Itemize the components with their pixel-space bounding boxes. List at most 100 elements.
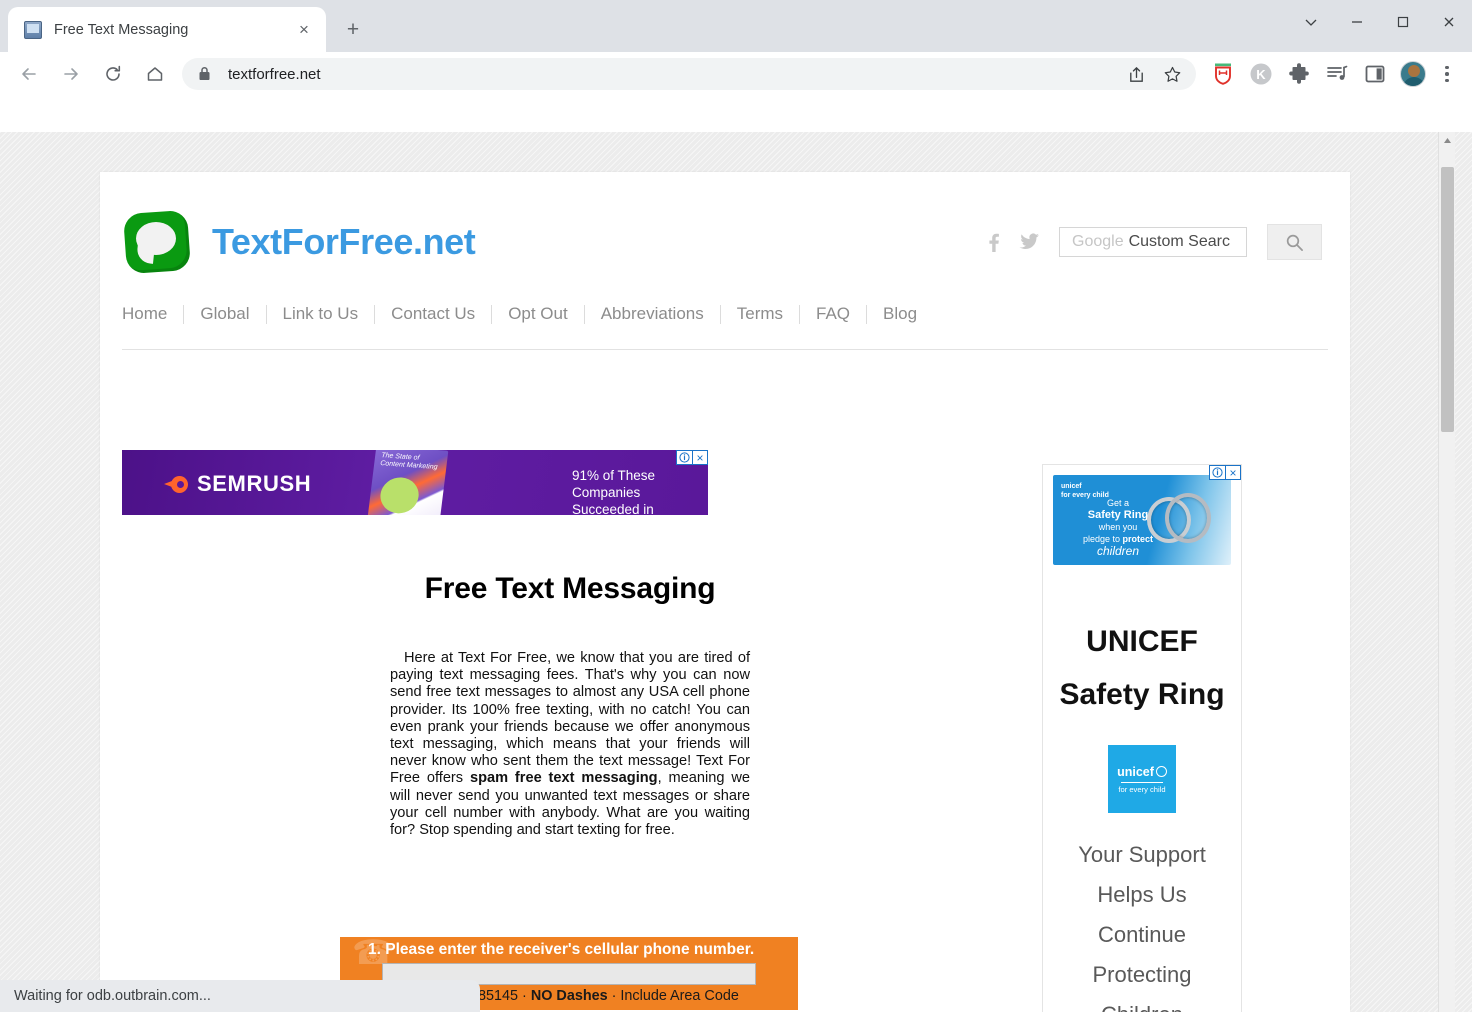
safety-rings-icon bbox=[1145, 489, 1217, 551]
nav-item-abbreviations[interactable]: Abbreviations bbox=[585, 304, 720, 324]
semrush-brand-text: SEMRUSH bbox=[197, 471, 312, 496]
window-controls bbox=[1288, 0, 1472, 44]
viewport-content: TextForFree.net Google Custom Searc Home… bbox=[0, 132, 1455, 1012]
unicef-title-line1: UNICEF bbox=[1086, 625, 1198, 658]
article-paragraph: Here at Text For Free, we know that you … bbox=[390, 650, 750, 839]
scrollbar-up-arrow[interactable] bbox=[1439, 132, 1455, 149]
unicef-message-line-1: Your Support bbox=[1078, 842, 1206, 867]
semrush-copy-line2: Succeeded in Content. Find Out How!→ bbox=[572, 501, 708, 515]
nav-item-global[interactable]: Global bbox=[184, 304, 265, 324]
url-text: textforfree.net bbox=[228, 65, 321, 83]
search-input[interactable]: Google Custom Searc bbox=[1059, 227, 1247, 257]
search-submit-button[interactable] bbox=[1267, 224, 1322, 260]
browser-titlebar: Free Text Messaging × + bbox=[0, 0, 1472, 52]
green-chat-bubble-logo-icon[interactable] bbox=[122, 209, 192, 275]
unicef-logo-text: unicef bbox=[1117, 764, 1154, 779]
website-page: TextForFree.net Google Custom Searc Home… bbox=[100, 172, 1350, 1012]
browser-window: Free Text Messaging × + textforfree.net … bbox=[0, 0, 1472, 1012]
unicef-logo-wordmark: unicef bbox=[1117, 765, 1167, 779]
kaspersky-extension-icon[interactable]: K bbox=[1245, 58, 1277, 90]
header-right-group: Google Custom Searc bbox=[975, 224, 1322, 260]
article-text-part1: Here at Text For Free, we know that you … bbox=[390, 650, 750, 787]
nav-item-contact-us[interactable]: Contact Us bbox=[375, 304, 491, 324]
nav-item-faq[interactable]: FAQ bbox=[800, 304, 866, 324]
unicef-banner-l1: Get a bbox=[1106, 498, 1129, 508]
semrush-logo: SEMRUSH bbox=[164, 471, 311, 497]
semrush-copy-plain: Succeeded in Content. bbox=[572, 502, 654, 515]
semrush-flame-icon bbox=[164, 475, 188, 494]
lock-icon bbox=[198, 66, 214, 82]
forward-arrow-icon[interactable] bbox=[52, 55, 90, 93]
minimize-icon[interactable] bbox=[1334, 0, 1380, 44]
ad-info-icon[interactable] bbox=[677, 451, 692, 464]
nav-item-home[interactable]: Home bbox=[122, 304, 183, 324]
article-text-bold: spam free text messaging bbox=[469, 770, 658, 787]
three-dot-menu-icon[interactable] bbox=[1432, 57, 1462, 91]
profile-avatar[interactable] bbox=[1400, 61, 1426, 87]
honey-extension-icon[interactable] bbox=[1207, 58, 1239, 90]
twitter-icon[interactable] bbox=[1011, 227, 1047, 257]
example-separator-2: · bbox=[611, 988, 617, 1004]
unicef-ad-message: Your Support Helps Us Continue Protectin… bbox=[1043, 835, 1241, 1012]
semrush-ad-copy: 91% of These Companies Succeeded in Cont… bbox=[572, 467, 708, 515]
new-tab-button[interactable]: + bbox=[338, 15, 368, 45]
site-brand-title[interactable]: TextForFree.net bbox=[212, 221, 476, 263]
search-placeholder-text: Custom Searc bbox=[1128, 233, 1230, 250]
form-step-label: 1. Please enter the receiver's cellular … bbox=[368, 941, 755, 958]
puzzle-extensions-icon[interactable] bbox=[1283, 58, 1315, 90]
svg-text:K: K bbox=[1256, 67, 1266, 82]
bookmarks-bar bbox=[0, 96, 1472, 132]
unicef-banner-l4: pledge to bbox=[1082, 534, 1123, 544]
address-bar[interactable]: textforfree.net bbox=[182, 58, 1196, 90]
unicef-ad-controls: × bbox=[1209, 465, 1241, 480]
close-window-icon[interactable] bbox=[1426, 0, 1472, 44]
ad-close-icon[interactable]: × bbox=[1225, 466, 1240, 480]
ad-close-icon[interactable]: × bbox=[692, 451, 707, 465]
share-icon[interactable] bbox=[1121, 59, 1151, 89]
browser-toolbar: textforfree.net K bbox=[0, 52, 1472, 96]
page-scrollbar[interactable] bbox=[1438, 132, 1455, 1012]
browser-tab[interactable]: Free Text Messaging × bbox=[8, 7, 326, 52]
site-nav: Home Global Link to Us Contact Us Opt Ou… bbox=[100, 294, 1350, 334]
example-area-code: Include Area Code bbox=[620, 988, 739, 1004]
scrollbar-thumb[interactable] bbox=[1441, 167, 1454, 432]
unicef-ad-banner-image: unicef for every child Get a Safety Ring… bbox=[1053, 475, 1231, 565]
back-arrow-icon[interactable] bbox=[10, 55, 48, 93]
nav-item-opt-out[interactable]: Opt Out bbox=[492, 304, 584, 324]
unicef-sidebar-ad[interactable]: unicef for every child Get a Safety Ring… bbox=[1042, 464, 1242, 1012]
chevron-down-icon[interactable] bbox=[1288, 0, 1334, 44]
site-header: TextForFree.net Google Custom Searc bbox=[100, 172, 1350, 284]
semrush-book-title: The State of Content Marketing bbox=[379, 452, 438, 472]
nav-item-blog[interactable]: Blog bbox=[867, 304, 933, 324]
reload-icon[interactable] bbox=[94, 55, 132, 93]
unicef-message-line-4: Protecting bbox=[1092, 962, 1192, 987]
unicef-logo-icon: unicef for every child bbox=[1108, 745, 1176, 813]
side-panel-icon[interactable] bbox=[1359, 58, 1391, 90]
unicef-message-line-5: Children bbox=[1043, 995, 1241, 1012]
unicef-logo-rule bbox=[1121, 781, 1163, 783]
tab-close-icon[interactable]: × bbox=[292, 18, 316, 42]
bookmark-star-icon[interactable] bbox=[1157, 59, 1187, 89]
article-content: Free Text Messaging Here at Text For Fre… bbox=[390, 572, 750, 839]
unicef-banner-l2: Safety Ring bbox=[1087, 509, 1149, 521]
home-icon[interactable] bbox=[136, 55, 174, 93]
unicef-ad-title: UNICEF Safety Ring bbox=[1043, 615, 1241, 721]
maximize-icon[interactable] bbox=[1380, 0, 1426, 44]
facebook-icon[interactable] bbox=[975, 227, 1011, 257]
semrush-book-image: The State of Content Marketing bbox=[367, 450, 449, 515]
unicef-banner-logo-text: unicef bbox=[1061, 483, 1082, 490]
unicef-title-line2: Safety Ring bbox=[1059, 678, 1225, 711]
nav-item-link-to-us[interactable]: Link to Us bbox=[267, 304, 375, 324]
semrush-banner-ad[interactable]: SEMRUSH The State of Content Marketing 9… bbox=[122, 450, 708, 515]
media-playlist-icon[interactable] bbox=[1321, 58, 1353, 90]
unicef-banner-l5: children bbox=[1096, 544, 1140, 558]
unicef-message-line-3: Continue bbox=[1097, 922, 1187, 947]
ad-info-icon[interactable] bbox=[1210, 466, 1225, 479]
page-viewport: TextForFree.net Google Custom Searc Home… bbox=[0, 132, 1472, 1012]
example-no-dashes: NO Dashes bbox=[530, 988, 608, 1004]
semrush-copy-line1: 91% of These Companies bbox=[572, 468, 656, 500]
status-bar-text: Waiting for odb.outbrain.com... bbox=[14, 988, 211, 1004]
nav-item-terms[interactable]: Terms bbox=[721, 304, 799, 324]
unicef-logo-tagline: for every child bbox=[1118, 784, 1166, 794]
semrush-ad-controls: × bbox=[676, 450, 708, 465]
